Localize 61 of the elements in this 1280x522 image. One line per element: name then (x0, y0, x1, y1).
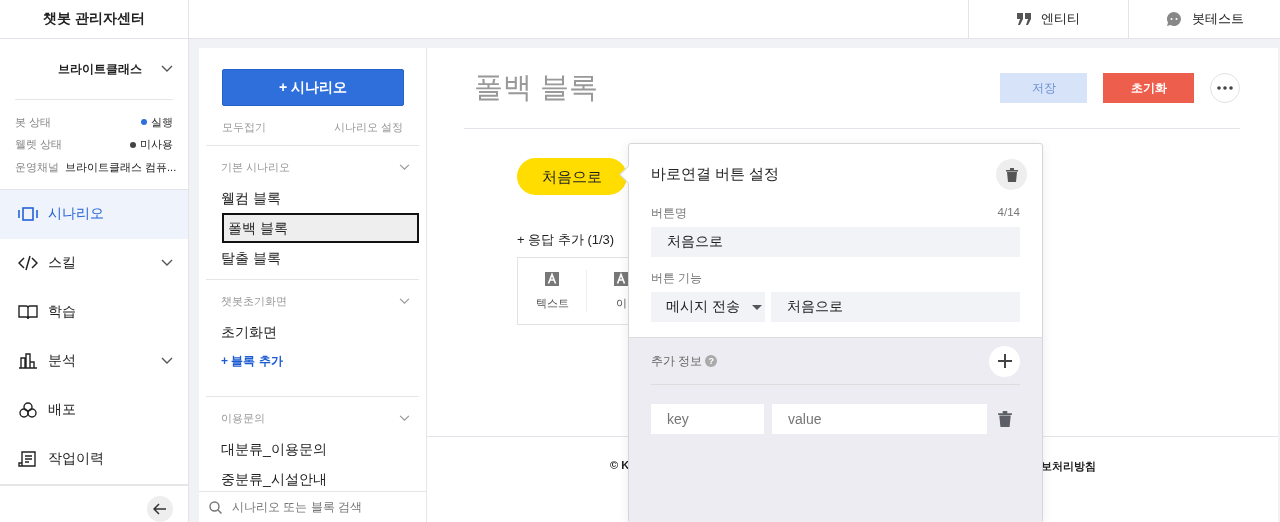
nav-item[interactable]: 작업이력 (0, 434, 188, 484)
key-field[interactable]: key (651, 404, 764, 434)
trash-icon (1005, 167, 1018, 182)
more-icon (1217, 86, 1233, 90)
value-field[interactable]: value (772, 404, 987, 434)
book-icon (18, 303, 38, 322)
frame-icon (18, 205, 38, 224)
status-value: 실행 (151, 114, 173, 130)
block-item[interactable]: 초기화면 (199, 317, 426, 347)
bot-selector[interactable]: 브라이트클래스 (58, 60, 142, 78)
popup-title: 바로연결 버튼 설정 (651, 165, 780, 184)
app-title: 챗봇 관리자센터 (0, 0, 189, 38)
status-label: 봇 상태 (15, 114, 52, 130)
button-name-field[interactable]: 처음으로 (651, 227, 1020, 257)
nav-item[interactable]: 분석 (0, 336, 188, 386)
block-item[interactable]: 중분류_시설안내 (199, 464, 426, 494)
add-block-link[interactable]: + 블록 추가 (221, 354, 283, 368)
character-count: 4/14 (997, 206, 1020, 220)
code-icon (18, 254, 38, 273)
block-item[interactable]: 탈출 블록 (199, 243, 426, 273)
chevron-down-icon (399, 164, 410, 171)
response-type-option[interactable]: 텍스트 (518, 270, 587, 312)
block-title: 폴백 블록 (474, 70, 600, 105)
add-scenario-button[interactable]: + 시나리오 (222, 69, 404, 106)
plus-icon (997, 354, 1012, 368)
extra-info-label: 추가 정보 (651, 353, 703, 369)
add-button[interactable] (989, 345, 1020, 377)
status-label: 운영채널 (15, 159, 59, 175)
status-value: 브라이트클래스 컴퓨... (65, 159, 177, 175)
chat-icon (1165, 11, 1182, 27)
caret-icon (751, 304, 762, 310)
arrow-left-icon (153, 502, 167, 515)
search-icon (209, 500, 222, 514)
chevron-down-icon (161, 65, 173, 74)
function-dropdown[interactable]: 메시지 전송 (651, 292, 765, 322)
add-response-label: + 응답 추가 (1/3) (517, 231, 615, 249)
trash-icon[interactable] (998, 411, 1012, 427)
status-value: 미사용 (140, 137, 173, 153)
circles-icon (18, 401, 38, 420)
letter-icon (545, 271, 559, 286)
chevron-down-icon (399, 298, 410, 305)
chevron-down-icon (399, 415, 410, 422)
nav-item[interactable]: 스킬 (0, 238, 188, 288)
nav-item[interactable]: 배포 (0, 385, 188, 435)
bar-chart-icon (18, 352, 38, 371)
block-item[interactable]: 폴백 블록 (222, 213, 419, 243)
delete-button[interactable] (996, 159, 1027, 190)
nav-item[interactable]: 학습 (0, 287, 188, 337)
field-label: 버튼명 (651, 206, 687, 221)
message-field[interactable]: 처음으로 (771, 292, 1020, 322)
privacy-link[interactable]: 보처리방침 (1041, 459, 1096, 474)
status-label: 웰렛 상태 (15, 137, 63, 153)
block-item[interactable]: 웰컴 블록 (199, 183, 426, 213)
nav-item[interactable]: 시나리오 (0, 189, 188, 239)
block-item[interactable]: 대분류_이용문의 (199, 434, 426, 464)
collapse-button[interactable] (147, 495, 173, 522)
document-icon (18, 450, 38, 469)
quick-reply-bubble[interactable]: 처음으로 (517, 158, 627, 195)
more-button[interactable] (1210, 73, 1240, 103)
copyright-text: © K (610, 459, 630, 471)
quote-icon (1017, 13, 1031, 25)
